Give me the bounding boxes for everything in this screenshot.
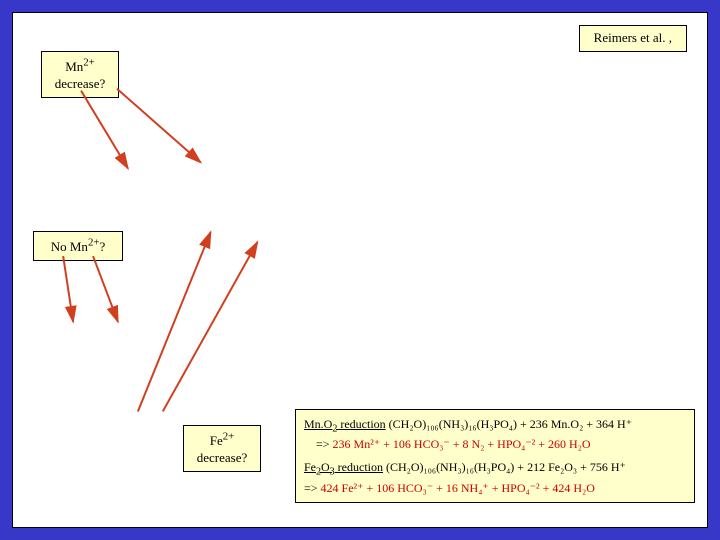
mn-label: Mn2+ [65, 59, 95, 74]
citation-box: Reimers et al. , [579, 25, 687, 52]
no-mn-box: No Mn2+? [33, 231, 123, 261]
arrow-long-1 [138, 232, 211, 411]
arrow-nomn-1 [63, 256, 73, 322]
arrow-mn-1 [81, 91, 128, 169]
citation-text: Reimers et al. , [594, 30, 672, 45]
mn-decrease-box: Mn2+ decrease? [41, 51, 119, 98]
diagram-canvas: Reimers et al. , Mn2+ decrease? No Mn2+?… [12, 12, 708, 528]
fe-decrease-q: decrease? [197, 450, 248, 465]
arrow-long-2 [163, 242, 258, 411]
arrow-nomn-2 [93, 256, 118, 322]
arrow-mn-2 [117, 89, 201, 163]
fe-label: Fe2+ [210, 433, 235, 448]
reactions-box: Mn.O2 reduction (CH₂O)₁₀₆(NH₃)₁₆(H₃PO₄) … [295, 409, 695, 503]
mn-decrease-q: decrease? [55, 76, 106, 91]
no-mn-text: No Mn2+? [51, 239, 106, 254]
fe-decrease-box: Fe2+ decrease? [183, 425, 261, 472]
fe2o3-reaction: Fe2O3 reduction (CH₂O)₁₀₆(NH₃)₁₆(H₃PO₄) … [304, 459, 686, 496]
mno2-reaction: Mn.O2 reduction (CH₂O)₁₀₆(NH₃)₁₆(H₃PO₄) … [304, 416, 686, 453]
